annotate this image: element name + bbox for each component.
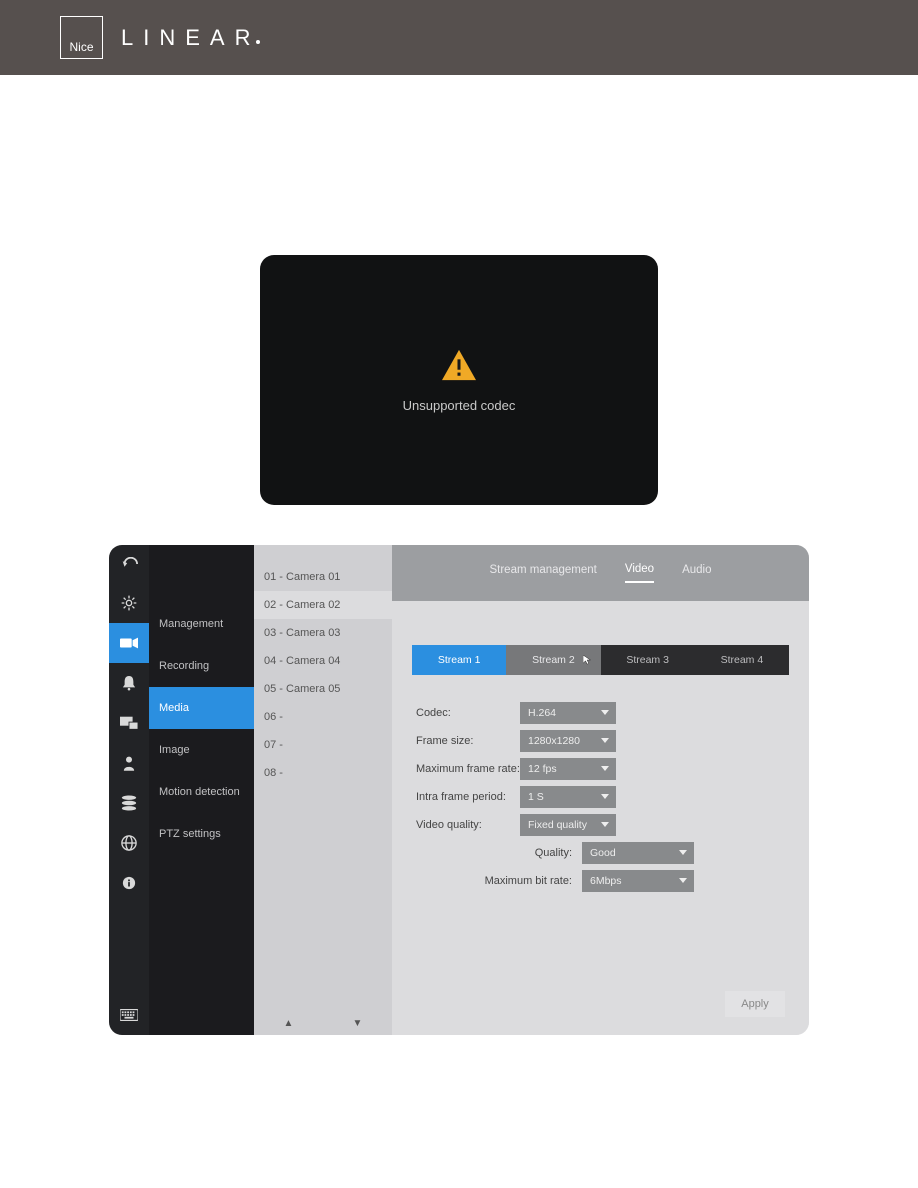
warning-icon	[440, 348, 478, 382]
settings-app-panel: Management Recording Media Image Motion …	[109, 545, 809, 1035]
camera-item[interactable]: 02 - Camera 02	[254, 591, 392, 619]
chevron-down-icon	[600, 819, 610, 829]
chevron-down-icon	[678, 875, 688, 885]
storage-icon[interactable]	[109, 783, 149, 823]
chevron-down-icon	[678, 847, 688, 857]
network-icon[interactable]	[109, 823, 149, 863]
max-bit-rate-select[interactable]: 6Mbps	[582, 870, 694, 892]
gear-icon[interactable]	[109, 583, 149, 623]
tab-stream-management[interactable]: Stream management	[489, 564, 596, 582]
stream-tab-2[interactable]: Stream 2	[506, 645, 600, 675]
codec-label: Codec:	[416, 707, 520, 719]
video-quality-select[interactable]: Fixed quality	[520, 814, 616, 836]
max-frame-rate-select[interactable]: 12 fps	[520, 758, 616, 780]
apply-button[interactable]: Apply	[725, 991, 785, 1017]
scroll-up-icon[interactable]: ▲	[284, 1018, 294, 1029]
chevron-down-icon	[600, 791, 610, 801]
chevron-down-icon	[600, 763, 610, 773]
linear-logo: LINEAR	[121, 25, 260, 51]
quality-label: Quality:	[478, 847, 582, 859]
video-preview-panel: Unsupported codec	[260, 255, 658, 505]
chevron-down-icon	[600, 707, 610, 717]
camera-item[interactable]: 05 - Camera 05	[254, 675, 392, 703]
icon-rail	[109, 545, 149, 1035]
scroll-down-icon[interactable]: ▼	[353, 1018, 363, 1029]
quality-select[interactable]: Good	[582, 842, 694, 864]
stream-tab-4[interactable]: Stream 4	[695, 645, 789, 675]
nav-media[interactable]: Media	[149, 687, 254, 729]
intra-frame-label: Intra frame period:	[416, 791, 520, 803]
frame-size-select[interactable]: 1280x1280	[520, 730, 616, 752]
chevron-down-icon	[600, 735, 610, 745]
back-icon[interactable]	[109, 545, 149, 583]
tab-video[interactable]: Video	[625, 563, 654, 583]
camera-item[interactable]: 06 -	[254, 703, 392, 731]
nav-col: Management Recording Media Image Motion …	[149, 545, 254, 1035]
camera-item[interactable]: 03 - Camera 03	[254, 619, 392, 647]
max-frame-rate-label: Maximum frame rate:	[416, 763, 520, 775]
codec-select[interactable]: H.264	[520, 702, 616, 724]
stream-tab-3[interactable]: Stream 3	[601, 645, 695, 675]
codec-message: Unsupported codec	[403, 398, 516, 413]
nav-image[interactable]: Image	[149, 729, 254, 771]
max-bit-rate-label: Maximum bit rate:	[478, 875, 582, 887]
intra-frame-select[interactable]: 1 S	[520, 786, 616, 808]
main-area: Stream management Video Audio Stream 1 S…	[392, 545, 809, 1035]
nav-motion[interactable]: Motion detection	[149, 771, 254, 813]
keyboard-icon[interactable]	[109, 995, 149, 1035]
info-icon[interactable]	[109, 863, 149, 903]
camera-list: 01 - Camera 01 02 - Camera 02 03 - Camer…	[254, 545, 392, 1035]
nav-recording[interactable]: Recording	[149, 645, 254, 687]
stream-tab-1[interactable]: Stream 1	[412, 645, 506, 675]
bell-icon[interactable]	[109, 663, 149, 703]
frame-size-label: Frame size:	[416, 735, 520, 747]
doc-header: Nice LINEAR	[0, 0, 918, 75]
camera-item[interactable]: 01 - Camera 01	[254, 563, 392, 591]
nav-management[interactable]: Management	[149, 603, 254, 645]
camera-item[interactable]: 04 - Camera 04	[254, 647, 392, 675]
display-icon[interactable]	[109, 703, 149, 743]
top-tabs: Stream management Video Audio	[392, 545, 809, 601]
nice-logo: Nice	[60, 16, 103, 59]
camera-item[interactable]: 08 -	[254, 759, 392, 787]
camera-icon[interactable]	[109, 623, 149, 663]
nav-ptz[interactable]: PTZ settings	[149, 813, 254, 855]
tab-audio[interactable]: Audio	[682, 564, 711, 582]
camera-item[interactable]: 07 -	[254, 731, 392, 759]
stream-tabs: Stream 1 Stream 2 Stream 3 Stream 4	[412, 645, 789, 675]
user-icon[interactable]	[109, 743, 149, 783]
video-quality-label: Video quality:	[416, 819, 520, 831]
cursor-icon	[583, 655, 593, 665]
